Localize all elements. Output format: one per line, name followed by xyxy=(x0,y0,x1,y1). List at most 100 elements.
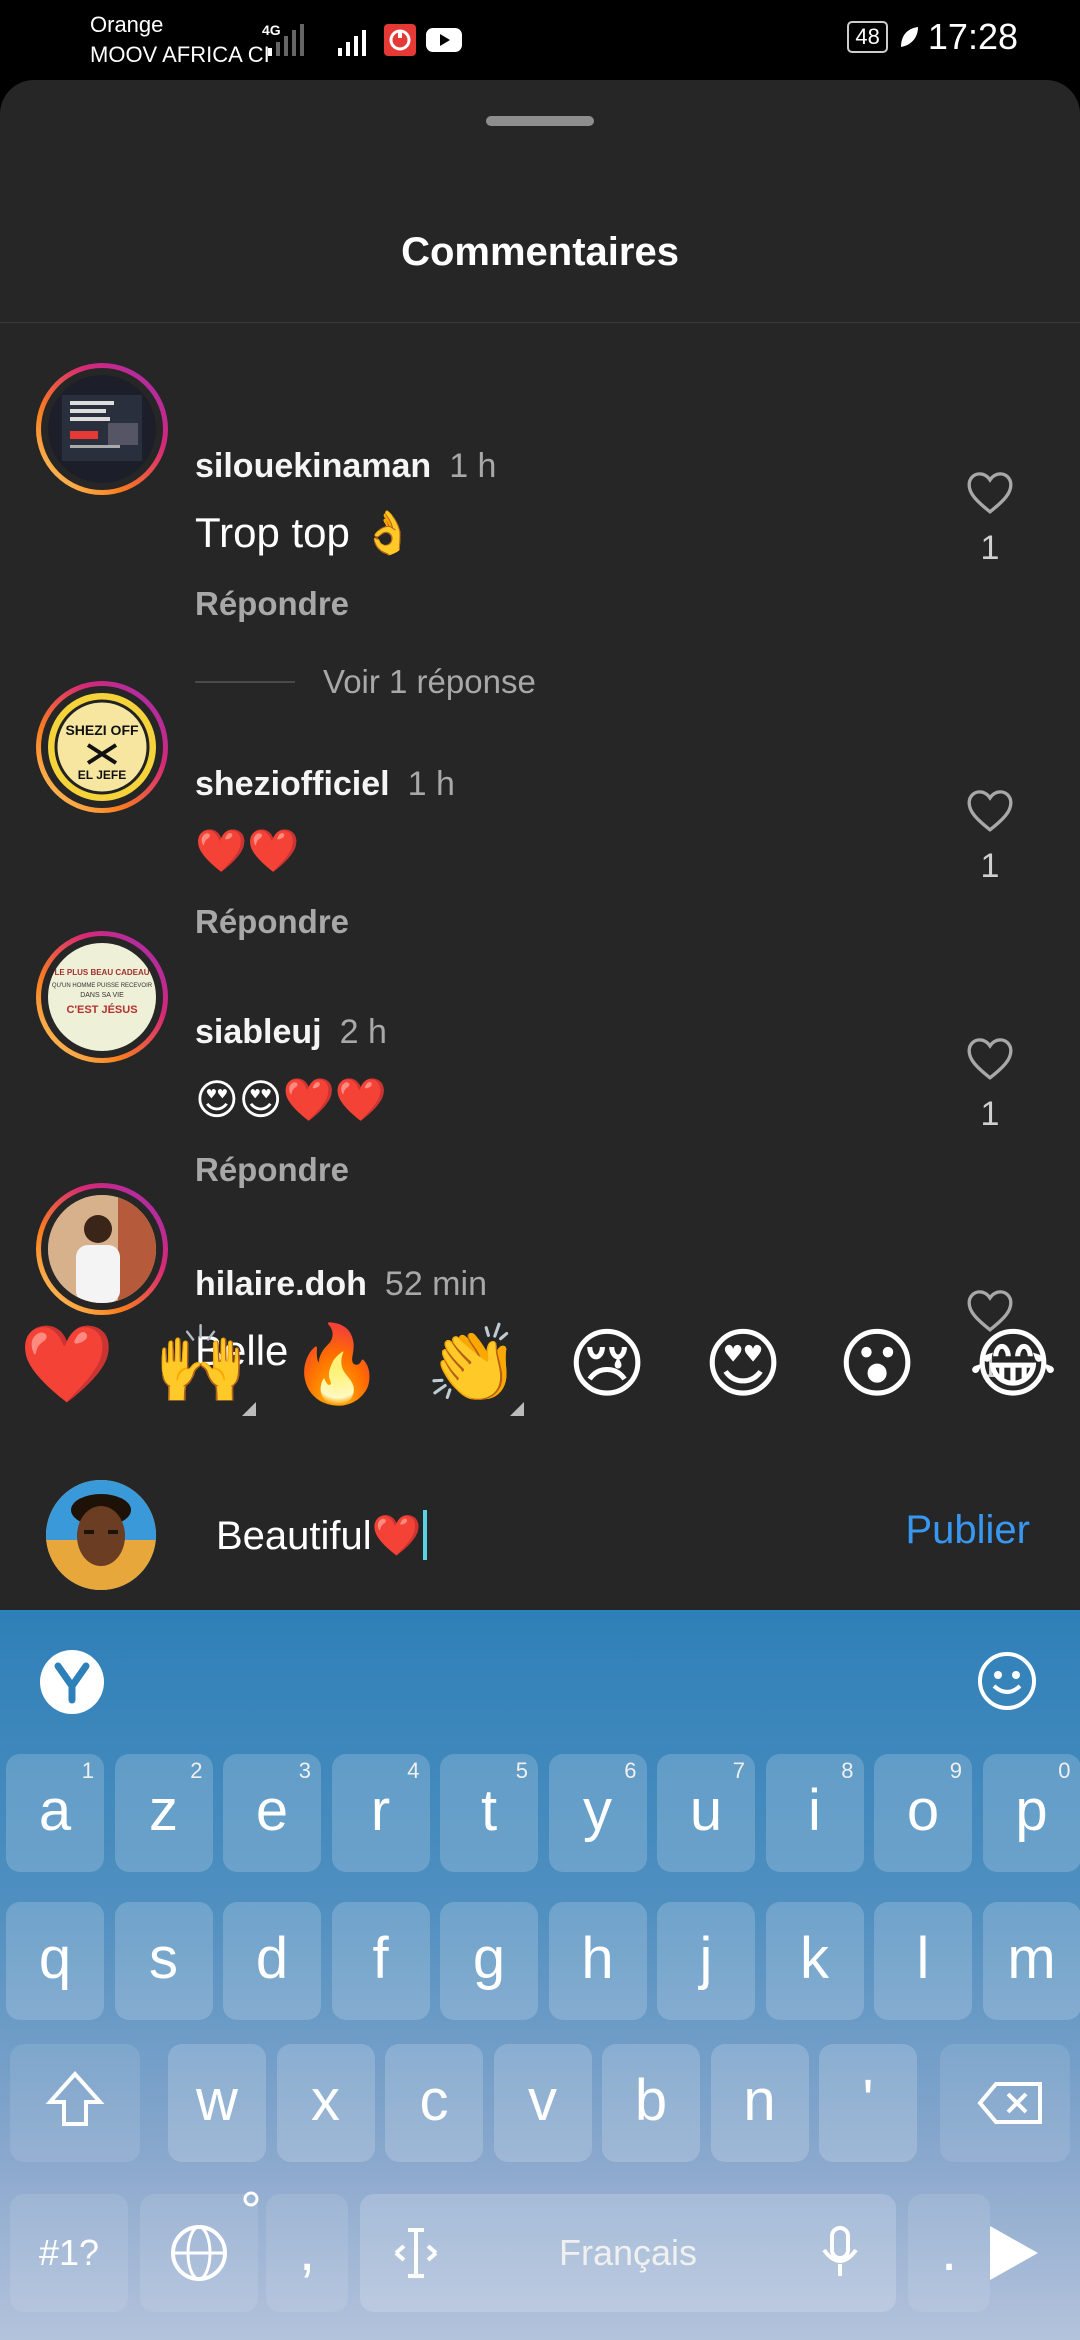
view-replies-button[interactable]: Voir 1 réponse xyxy=(195,663,536,701)
carrier-info: Orange MOOV AFRICA CI xyxy=(90,10,270,70)
key-f[interactable]: f xyxy=(331,1902,430,2020)
my-avatar xyxy=(46,1480,156,1590)
emoji-icon[interactable] xyxy=(976,1650,1038,1712)
text-caret xyxy=(423,1510,428,1560)
svg-text:QU'UN HOMME PUISSE RECEVOIR: QU'UN HOMME PUISSE RECEVOIR xyxy=(52,983,153,989)
comment-composer: Beautiful❤️ Publier xyxy=(0,1440,1080,1610)
key-v[interactable]: v xyxy=(493,2044,592,2162)
like-count: 1 xyxy=(980,1095,1000,1133)
comment-time: 1 h xyxy=(449,447,497,485)
comment-time: 2 h xyxy=(339,1013,387,1051)
key-c[interactable]: c xyxy=(385,2044,483,2162)
key-t[interactable]: t5 xyxy=(440,1754,538,1872)
username[interactable]: silouekinaman xyxy=(195,447,431,485)
username[interactable]: sheziofficiel xyxy=(195,765,390,803)
reaction-heart-eyes[interactable]: 😍 xyxy=(688,1310,798,1420)
publish-button[interactable]: Publier xyxy=(905,1508,1030,1553)
avatar[interactable] xyxy=(36,363,168,495)
username[interactable]: siableuj xyxy=(195,1013,322,1051)
key-u[interactable]: u7 xyxy=(657,1754,755,1872)
backspace-key[interactable] xyxy=(940,2044,1070,2162)
drag-handle[interactable] xyxy=(486,116,594,126)
svg-text:C'EST JÉSUS: C'EST JÉSUS xyxy=(66,1003,137,1016)
view-replies-label: Voir 1 réponse xyxy=(323,663,536,700)
reply-button[interactable]: Répondre xyxy=(195,585,349,623)
keyboard: #1? , Français . a1z2e3r4t5y6u7i8o9p0qsd… xyxy=(0,1610,1080,2340)
reaction-fire[interactable]: 🔥 xyxy=(282,1310,392,1420)
like-count: 1 xyxy=(980,847,1000,885)
key-g[interactable]: g xyxy=(440,1902,538,2020)
skin-tone-indicator-icon xyxy=(510,1402,524,1416)
youtube-icon xyxy=(426,24,462,56)
key-l[interactable]: l xyxy=(874,1902,972,2020)
key-y[interactable]: y6 xyxy=(548,1754,647,1872)
key-i[interactable]: i8 xyxy=(765,1754,864,1872)
comment-input-value: Beautiful❤️ xyxy=(216,1513,422,1558)
comment-text: 😍😍❤️❤️ xyxy=(195,1076,388,1123)
svg-text:SHEZI OFF: SHEZI OFF xyxy=(65,722,139,738)
key-o[interactable]: o9 xyxy=(874,1754,972,1872)
send-icon[interactable] xyxy=(956,2194,1070,2312)
skin-tone-indicator-icon xyxy=(242,1402,256,1416)
reaction-crying[interactable]: 😢 xyxy=(552,1310,662,1420)
key-q[interactable]: q xyxy=(6,1902,104,2020)
username[interactable]: hilaire.doh xyxy=(195,1265,367,1303)
avatar[interactable]: LE PLUS BEAU CADEAU QU'UN HOMME PUISSE R… xyxy=(36,931,168,1063)
key-apostrophe[interactable]: ' xyxy=(819,2044,917,2162)
key-z[interactable]: z2 xyxy=(114,1754,213,1872)
key-n[interactable]: n xyxy=(710,2044,809,2162)
key-s[interactable]: s xyxy=(114,1902,213,2020)
comment-text: Trop top 👌 xyxy=(195,509,414,556)
key-w[interactable]: w xyxy=(168,2044,266,2162)
reply-button[interactable]: Répondre xyxy=(195,903,349,941)
battery-indicator: 48 xyxy=(847,21,888,53)
sheet-title: Commentaires xyxy=(401,230,679,274)
notification-app-icon xyxy=(384,24,416,56)
avatar[interactable] xyxy=(36,1183,168,1315)
key-d[interactable]: d xyxy=(223,1902,321,2020)
leaf-icon xyxy=(898,25,918,49)
microphone-icon xyxy=(822,2226,858,2276)
signal-icon xyxy=(336,22,376,63)
quick-reactions-bar: ❤️ 🙌 🔥 👏 😢 😍 😮 😂 xyxy=(0,1310,1080,1440)
comment-header: sheziofficiel 1 h xyxy=(195,765,455,804)
avatar[interactable]: SHEZI OFF EL JEFE xyxy=(36,681,168,813)
reaction-laughing[interactable]: 😂 xyxy=(958,1310,1068,1420)
heart-icon[interactable] xyxy=(965,1035,1015,1081)
reaction-raising-hands[interactable]: 🙌 xyxy=(146,1310,256,1420)
globe-icon[interactable] xyxy=(140,2191,259,2312)
key-b[interactable]: b xyxy=(602,2044,700,2162)
comma-key[interactable]: , xyxy=(266,2194,348,2312)
like-count: 1 xyxy=(980,529,1000,567)
keyboard-logo-icon[interactable] xyxy=(40,1650,104,1714)
reply-button[interactable]: Répondre xyxy=(195,1151,349,1189)
comment-input[interactable]: Beautiful❤️ xyxy=(216,1510,428,1560)
key-j[interactable]: j xyxy=(657,1902,755,2020)
symbols-key[interactable]: #1? xyxy=(10,2194,128,2312)
comment-list[interactable]: silouekinaman 1 h Trop top 👌 Répondre 1 V… xyxy=(0,323,1080,1388)
key-x[interactable]: x xyxy=(276,2044,375,2162)
space-key[interactable]: Français xyxy=(360,2194,896,2312)
heart-icon[interactable] xyxy=(965,787,1015,833)
shift-key[interactable] xyxy=(10,2044,140,2162)
key-e[interactable]: e3 xyxy=(223,1754,321,1872)
status-bar: Orange MOOV AFRICA CI 4G 48 17:28 xyxy=(0,0,1080,80)
key-k[interactable]: k xyxy=(765,1902,864,2020)
settings-gear-icon xyxy=(243,2191,259,2207)
key-m[interactable]: m xyxy=(982,1902,1080,2020)
comments-sheet: Commentaires silouekinaman 1 h Trop top … xyxy=(0,80,1080,1610)
clock: 17:28 xyxy=(927,16,1018,57)
svg-text:DANS SA VIE: DANS SA VIE xyxy=(80,992,124,999)
comment-header: hilaire.doh 52 min xyxy=(195,1265,487,1304)
key-p[interactable]: p0 xyxy=(982,1754,1080,1872)
heart-icon[interactable] xyxy=(965,469,1015,515)
status-right: 48 17:28 xyxy=(847,16,1018,58)
reaction-surprised[interactable]: 😮 xyxy=(822,1310,932,1420)
carrier-2: MOOV AFRICA CI xyxy=(90,42,270,67)
key-a[interactable]: a1 xyxy=(6,1754,104,1872)
key-r[interactable]: r4 xyxy=(331,1754,430,1872)
key-h[interactable]: h xyxy=(548,1902,647,2020)
reaction-heart[interactable]: ❤️ xyxy=(12,1310,122,1420)
svg-text:EL JEFE: EL JEFE xyxy=(78,768,126,782)
comment-time: 1 h xyxy=(407,765,455,803)
